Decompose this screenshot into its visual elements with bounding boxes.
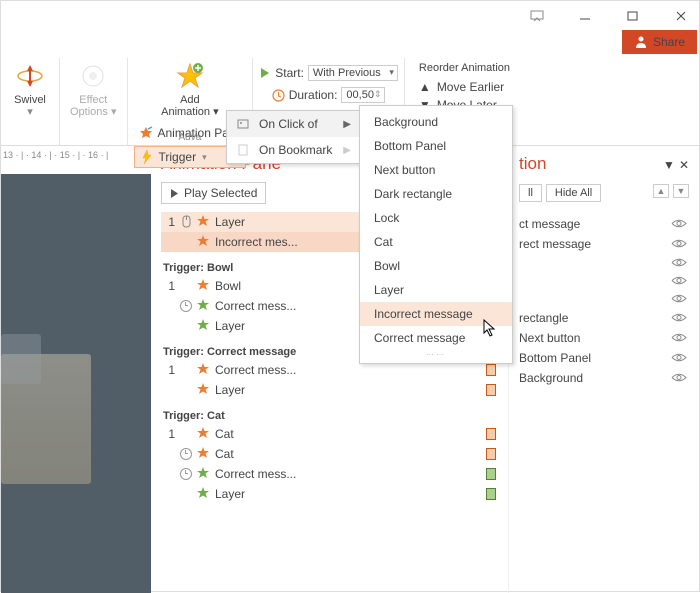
selection-item[interactable]	[519, 290, 689, 308]
menu-item-dark-rectangle[interactable]: Dark rectangle	[360, 182, 512, 206]
duration-field: Duration: 00,50	[272, 84, 386, 106]
visibility-icon[interactable]	[671, 372, 689, 384]
on-bookmark-item: On Bookmark ▶	[227, 137, 359, 163]
swivel-effect-button[interactable]: Swivel ▾	[7, 58, 53, 128]
submenu-arrow-icon: ▶	[343, 119, 351, 130]
effect-options-label: EffectOptions ▾	[70, 94, 117, 118]
pane-dropdown-icon[interactable]: ▼	[663, 158, 675, 172]
reorder-title: Reorder Animation	[419, 62, 510, 74]
visibility-icon[interactable]	[671, 257, 689, 269]
pane-close-icon[interactable]: ✕	[679, 158, 689, 172]
visibility-icon[interactable]	[671, 275, 689, 287]
trigger-icon	[139, 149, 155, 165]
on-click-icon	[235, 116, 251, 132]
selection-item[interactable]	[519, 254, 689, 272]
window-titlebar	[1, 1, 699, 30]
selection-pane: ▼ ✕ tion ▲ ▼ ll Hide All ct messagerect …	[509, 146, 699, 593]
add-animation-label: AddAnimation ▾	[161, 94, 219, 118]
menu-item-next-button[interactable]: Next button	[360, 158, 512, 182]
menu-item-background[interactable]: Background	[360, 110, 512, 134]
share-button[interactable]: Share	[622, 30, 697, 54]
menu-item-bowl[interactable]: Bowl	[360, 254, 512, 278]
animation-item[interactable]: Layer	[161, 380, 498, 400]
maximize-icon[interactable]	[619, 4, 647, 28]
share-bar: Share	[1, 30, 699, 54]
workspace: 13 · | · 14 · | · 15 · | · 16 · | Animat…	[1, 146, 699, 593]
start-field: Start: With Previous	[259, 62, 398, 84]
duration-icon	[272, 89, 285, 102]
visibility-icon[interactable]	[671, 352, 689, 364]
on-bookmark-label: On Bookmark	[259, 143, 332, 157]
move-earlier-button: ▲Move Earlier	[419, 78, 510, 96]
animation-item[interactable]: 1Cat	[161, 424, 498, 444]
on-click-label: On Click of	[259, 117, 318, 131]
visibility-icon[interactable]	[671, 332, 689, 344]
menu-item-cat[interactable]: Cat	[360, 230, 512, 254]
add-animation-button[interactable]: AddAnimation ▾	[157, 58, 223, 120]
visibility-icon[interactable]	[671, 218, 689, 230]
slide-canvas[interactable]	[1, 174, 151, 593]
trigger-label: Trigger	[159, 150, 197, 164]
start-label: Start:	[275, 66, 304, 80]
selection-item[interactable]: ct message	[519, 214, 689, 234]
selection-item[interactable]	[519, 272, 689, 290]
selection-item[interactable]: rectangle	[519, 308, 689, 328]
horizontal-ruler: 13 · | · 14 · | · 15 · | · 16 · |	[1, 146, 151, 164]
close-icon[interactable]	[667, 4, 695, 28]
effect-options-button: EffectOptions ▾	[66, 58, 121, 128]
ribbon-options-icon[interactable]	[523, 4, 551, 28]
visibility-icon[interactable]	[671, 238, 689, 250]
duration-label: Duration:	[289, 88, 338, 102]
play-selected-button[interactable]: Play Selected	[161, 182, 266, 204]
start-select[interactable]: With Previous	[308, 65, 398, 81]
selection-item[interactable]: rect message	[519, 234, 689, 254]
selection-item[interactable]: Next button	[519, 328, 689, 348]
animation-item[interactable]: Layer	[161, 484, 498, 504]
slide-image-placeholder	[1, 354, 91, 484]
effect-options-icon	[77, 60, 109, 92]
bookmark-icon	[235, 142, 251, 158]
menu-item-lock[interactable]: Lock	[360, 206, 512, 230]
visibility-icon[interactable]	[671, 312, 689, 324]
swivel-icon	[14, 60, 46, 92]
visibility-icon[interactable]	[671, 293, 689, 305]
trigger-submenu: On Click of ▶ On Bookmark ▶	[226, 110, 360, 164]
show-all-button[interactable]: ll	[519, 184, 542, 202]
duration-spinner[interactable]: 00,50	[341, 87, 385, 103]
animation-item[interactable]: Cat	[161, 444, 498, 464]
menu-more-dots: ⋯⋯	[360, 350, 512, 359]
add-animation-icon	[174, 60, 206, 92]
submenu-arrow-icon: ▶	[343, 145, 351, 156]
play-icon	[259, 67, 271, 79]
move-up-button[interactable]: ▲	[653, 184, 669, 198]
share-label: Share	[653, 35, 685, 49]
selection-item[interactable]: Background	[519, 368, 689, 388]
selection-item[interactable]: Bottom Panel	[519, 348, 689, 368]
mouse-cursor-icon	[483, 319, 499, 339]
minimize-icon[interactable]	[571, 4, 599, 28]
on-click-of-item[interactable]: On Click of ▶	[227, 111, 359, 137]
hide-all-button[interactable]: Hide All	[546, 184, 601, 202]
menu-item-layer[interactable]: Layer	[360, 278, 512, 302]
pane-controls: ▼ ✕	[663, 158, 689, 172]
menu-item-bottom-panel[interactable]: Bottom Panel	[360, 134, 512, 158]
swivel-label: Swivel	[14, 94, 46, 106]
move-down-button[interactable]: ▼	[673, 184, 689, 198]
trigger-group-label: Trigger: Cat	[163, 410, 498, 422]
animation-item[interactable]: Correct mess...	[161, 464, 498, 484]
